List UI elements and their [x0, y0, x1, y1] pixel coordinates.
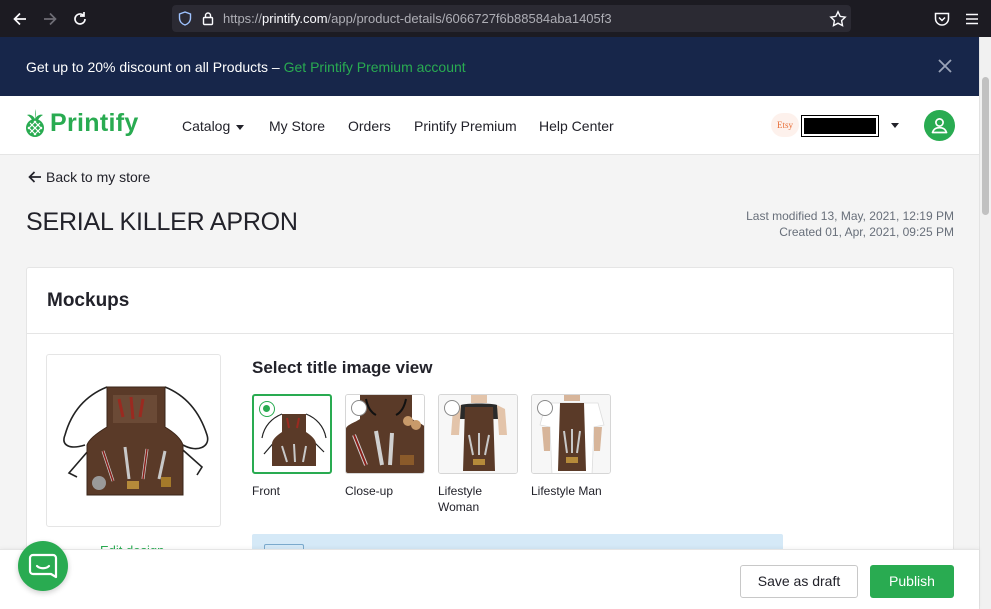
radio-lifestyle-woman[interactable] — [444, 400, 460, 416]
reload-icon[interactable] — [70, 9, 90, 29]
footer-action-bar: Save as draft Publish — [0, 549, 979, 609]
view-option-close-up[interactable] — [345, 394, 425, 474]
apron-front-image — [63, 386, 209, 496]
last-modified-text: Last modified 13, May, 2021, 12:19 PM — [746, 209, 954, 223]
scrollbar-thumb[interactable] — [982, 77, 989, 215]
radio-front[interactable] — [259, 401, 275, 417]
close-icon[interactable] — [934, 55, 956, 77]
logo-wordmark: Printify — [50, 108, 139, 137]
forward-arrow-icon[interactable] — [40, 9, 60, 29]
promo-banner: Get up to 20% discount on all Products –… — [0, 37, 979, 96]
shield-icon[interactable] — [178, 11, 192, 26]
main-mockup-image[interactable] — [46, 354, 221, 527]
pineapple-logo-icon — [26, 109, 44, 137]
etsy-store-badge: Etsy — [771, 113, 799, 137]
nav-orders[interactable]: Orders — [348, 118, 391, 134]
printify-logo[interactable]: Printify — [24, 108, 139, 138]
lock-icon[interactable] — [202, 11, 214, 26]
pocket-icon[interactable] — [932, 9, 952, 29]
back-to-store-link[interactable]: Back to my store — [27, 169, 150, 185]
nav-printify-premium[interactable]: Printify Premium — [414, 118, 517, 134]
view-label-front: Front — [252, 484, 281, 498]
publish-button[interactable]: Publish — [870, 565, 954, 598]
chat-icon — [28, 553, 58, 579]
save-as-draft-button[interactable]: Save as draft — [740, 565, 858, 598]
view-label-lifestyle-man: Lifestyle Man — [531, 484, 602, 498]
view-option-front[interactable] — [252, 394, 332, 474]
url-text: https://printify.com/app/product-details… — [223, 11, 612, 26]
select-title-heading: Select title image view — [252, 358, 433, 377]
view-label-lifestyle-woman: Lifestyle Woman — [438, 484, 483, 514]
chevron-down-icon — [236, 124, 245, 130]
address-bar[interactable]: https://printify.com/app/product-details… — [172, 5, 851, 32]
nav-my-store[interactable]: My Store — [269, 118, 325, 134]
created-text: Created 01, Apr, 2021, 09:25 PM — [779, 225, 954, 239]
view-label-close-up: Close-up — [345, 484, 394, 498]
store-name-redacted[interactable] — [801, 115, 879, 137]
arrow-left-icon — [28, 171, 41, 183]
premium-account-link[interactable]: Get Printify Premium account — [284, 59, 466, 75]
chat-launcher-button[interactable] — [18, 541, 68, 591]
nav-help-center[interactable]: Help Center — [539, 118, 614, 134]
browser-toolbar: https://printify.com/app/product-details… — [0, 0, 991, 37]
mockups-title: Mockups — [47, 290, 130, 311]
radio-lifestyle-man[interactable] — [537, 400, 553, 416]
site-header: Printify Catalog My Store Orders Printif… — [0, 96, 979, 155]
user-avatar[interactable] — [924, 110, 955, 141]
bookmark-star-icon[interactable] — [828, 9, 848, 29]
user-icon — [931, 118, 948, 134]
product-timestamps: Last modified 13, May, 2021, 12:19 PM Cr… — [746, 208, 954, 240]
view-option-lifestyle-man[interactable] — [531, 394, 611, 474]
store-chevron-down-icon[interactable] — [891, 123, 899, 128]
radio-close-up[interactable] — [351, 400, 367, 416]
promo-text: Get up to 20% discount on all Products –… — [26, 59, 466, 75]
menu-hamburger-icon[interactable] — [962, 9, 982, 29]
page-title: SERIAL KILLER APRON — [26, 208, 298, 236]
back-arrow-icon[interactable] — [10, 9, 30, 29]
view-option-lifestyle-woman[interactable] — [438, 394, 518, 474]
mockups-card-header: Mockups — [27, 268, 953, 334]
page-scrollbar[interactable] — [979, 37, 991, 609]
nav-catalog[interactable]: Catalog — [182, 118, 245, 134]
